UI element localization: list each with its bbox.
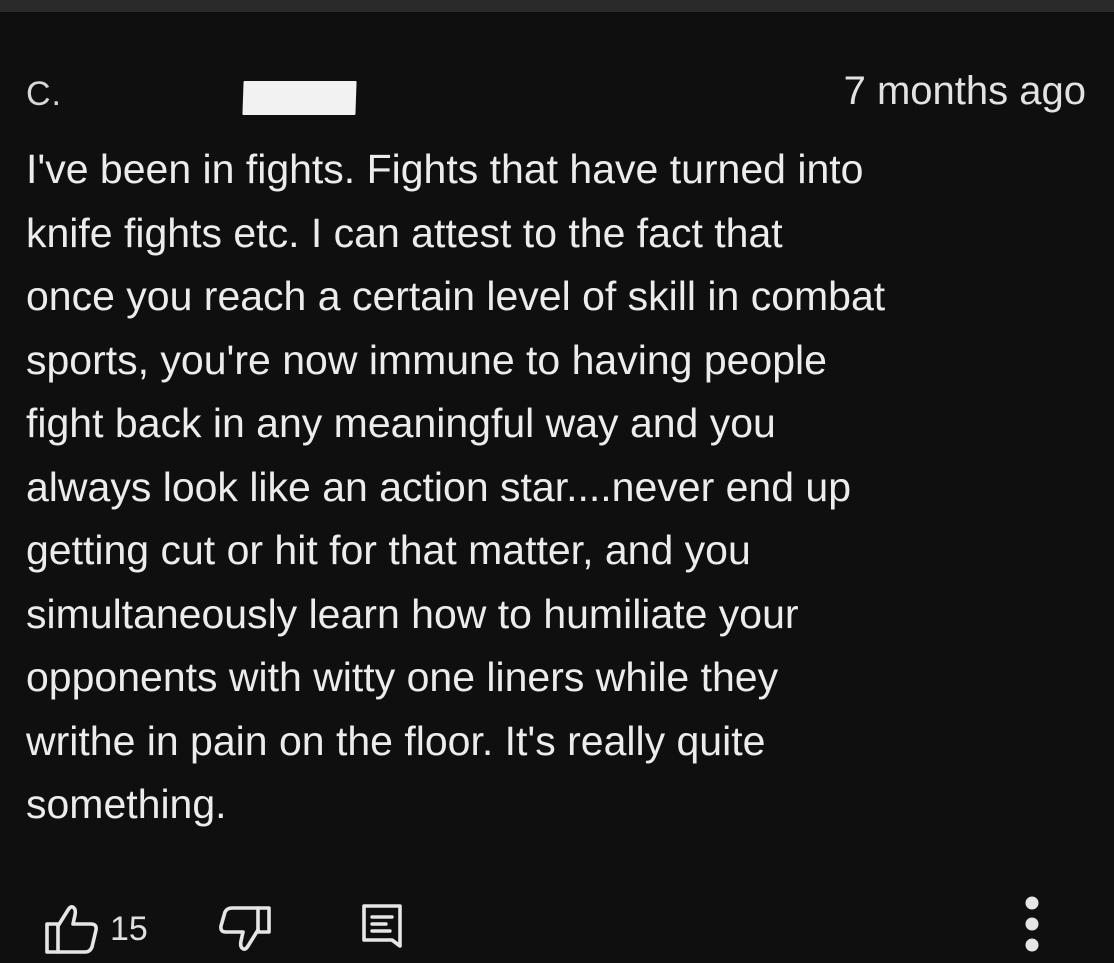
comment-timestamp: 7 months ago [843,69,1086,113]
more-vertical-icon [1024,895,1040,953]
comment-line: writhe in pain on the floor. It's really… [26,717,766,764]
comment-line: fight back in any meaningful way and you [26,400,776,446]
comment-line: something. [26,781,227,827]
comment-line: I've been in fights. Fights that have tu… [26,146,864,192]
dislike-button[interactable] [218,904,272,954]
author-redaction-bar [242,81,357,115]
comment-line: opponents with witty one liners while th… [26,654,779,700]
like-count: 15 [110,910,148,948]
comment-line: simultaneously learn how to humiliate yo… [26,590,799,637]
reply-button[interactable] [360,902,404,950]
reply-comment-icon [360,902,404,950]
comment-text: I've been in fights. Fights that have tu… [26,138,1101,837]
comment-header: C. 7 months ago [0,67,1114,117]
comment-line: always look like an action star....never… [26,463,852,510]
more-options-button[interactable] [1012,894,1052,954]
thumbs-down-icon [218,904,272,954]
author-name[interactable]: C. [26,75,62,114]
comment-line: sports, you're now immune to having peop… [26,336,827,383]
comment-card: C. 7 months ago I've been in fights. Fig… [0,12,1114,963]
comment-line: getting cut or hit for that matter, and … [26,527,751,573]
like-button[interactable]: 15 [44,902,148,956]
thumbs-up-icon [44,902,100,956]
comment-line: once you reach a certain level of skill … [26,273,886,319]
comment-line: knife fights etc. I can attest to the fa… [26,209,783,256]
comment-actions: 15 [0,890,1114,960]
